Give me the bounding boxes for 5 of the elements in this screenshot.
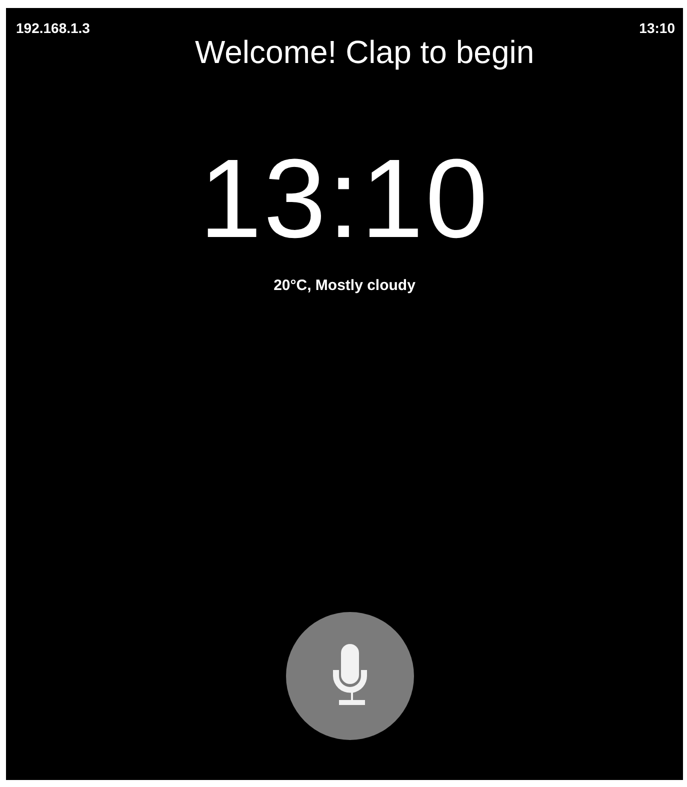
welcome-title: Welcome! Clap to begin bbox=[195, 34, 534, 71]
status-time: 13:10 bbox=[639, 19, 675, 36]
weather-text: 20°C, Mostly cloudy bbox=[274, 277, 416, 294]
ip-address: 192.168.1.3 bbox=[16, 19, 90, 36]
clock-time: 13:10 bbox=[199, 143, 490, 255]
